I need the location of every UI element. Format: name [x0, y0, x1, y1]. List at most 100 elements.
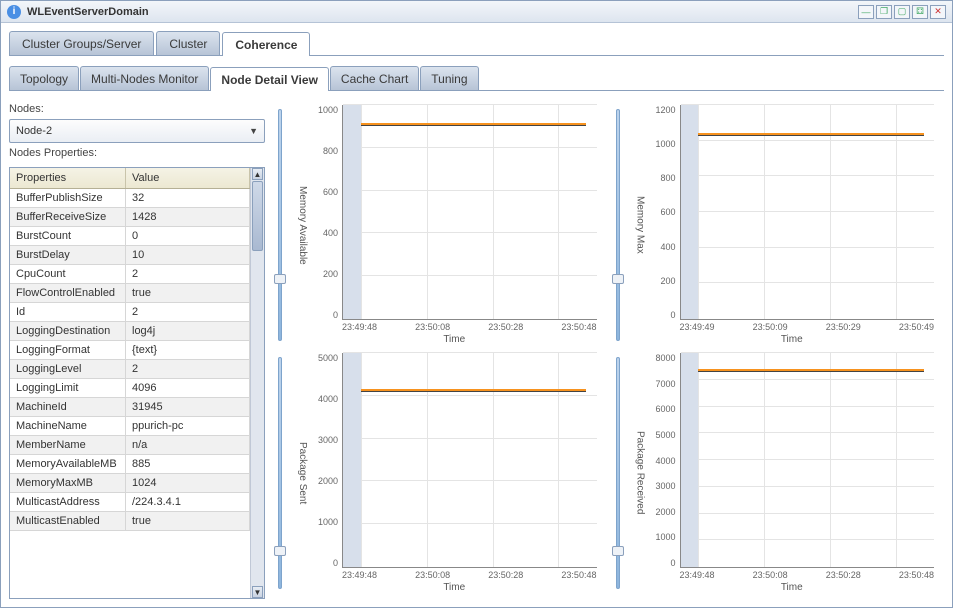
- range-slider[interactable]: [273, 351, 287, 595]
- chart-ylabel: Memory Max: [633, 103, 648, 347]
- titlebar: i WLEventServerDomain — ❐ ▢ ⚃ ✕: [1, 1, 952, 23]
- yaxis: 010002000300040005000: [312, 353, 342, 568]
- table-row[interactable]: LoggingLevel2: [10, 360, 250, 379]
- cell-prop: MemoryAvailableMB: [10, 455, 126, 473]
- window-maximize-button[interactable]: ▢: [894, 5, 910, 19]
- cell-val: 31945: [126, 398, 250, 416]
- cell-val: 2: [126, 265, 250, 283]
- cell-val: 4096: [126, 379, 250, 397]
- scroll-up-icon[interactable]: ▲: [252, 168, 263, 180]
- properties-table: Properties Value BufferPublishSize32Buff…: [9, 167, 265, 599]
- plot-area[interactable]: [342, 353, 597, 568]
- window-minimize-button[interactable]: —: [858, 5, 874, 19]
- inner-tab-2[interactable]: Node Detail View: [210, 67, 328, 91]
- table-row[interactable]: MachineId31945: [10, 398, 250, 417]
- cell-prop: BufferReceiveSize: [10, 208, 126, 226]
- plot-area[interactable]: [342, 105, 597, 320]
- window-title: WLEventServerDomain: [27, 6, 856, 18]
- plot-wrap: 01000200030004000500023:49:4823:50:0823:…: [310, 351, 603, 595]
- chart-pkg-recv: Package Received010002000300040005000600…: [633, 351, 941, 595]
- th-properties[interactable]: Properties: [10, 168, 126, 188]
- table-row[interactable]: BurstCount0: [10, 227, 250, 246]
- cell-prop: FlowControlEnabled: [10, 284, 126, 302]
- cell-prop: MachineName: [10, 417, 126, 435]
- scroll-thumb[interactable]: [252, 181, 263, 251]
- window-pop-button[interactable]: ⚃: [912, 5, 928, 19]
- inner-tabs: TopologyMulti-Nodes MonitorNode Detail V…: [9, 66, 944, 91]
- range-slider[interactable]: [611, 103, 625, 347]
- slider-handle[interactable]: [612, 546, 624, 556]
- table-row[interactable]: MemoryMaxMB1024: [10, 474, 250, 493]
- chart-xlabel: Time: [650, 582, 935, 593]
- table-row[interactable]: MemberNamen/a: [10, 436, 250, 455]
- chart-ylabel: Package Received: [633, 351, 648, 595]
- window-restore-button[interactable]: ❐: [876, 5, 892, 19]
- data-line: [361, 123, 587, 126]
- node-select[interactable]: Node-2 ▼: [9, 119, 265, 143]
- cell-val: 1024: [126, 474, 250, 492]
- table-row[interactable]: MemoryAvailableMB885: [10, 455, 250, 474]
- plot-area[interactable]: [680, 105, 935, 320]
- table-row[interactable]: LoggingDestinationlog4j: [10, 322, 250, 341]
- cell-val: 1428: [126, 208, 250, 226]
- table-row[interactable]: LoggingFormat{text}: [10, 341, 250, 360]
- yaxis: 020040060080010001200: [650, 105, 680, 320]
- cell-prop: LoggingLevel: [10, 360, 126, 378]
- table-row[interactable]: Id2: [10, 303, 250, 322]
- yaxis: 010002000300040005000600070008000: [650, 353, 680, 568]
- yaxis: 02004006008001000: [312, 105, 342, 320]
- inner-tab-0[interactable]: Topology: [9, 66, 79, 90]
- outer-tab-0[interactable]: Cluster Groups/Server: [9, 31, 154, 55]
- th-value[interactable]: Value: [126, 168, 250, 188]
- chart-mem-avail: Memory Available0200400600800100023:49:4…: [295, 103, 603, 347]
- cell-val: ppurich-pc: [126, 417, 250, 435]
- cell-val: true: [126, 512, 250, 530]
- cell-prop: MulticastEnabled: [10, 512, 126, 530]
- cell-prop: BufferPublishSize: [10, 189, 126, 207]
- slider-track: [278, 109, 282, 341]
- inner-tab-3[interactable]: Cache Chart: [330, 66, 419, 90]
- content: Cluster Groups/ServerClusterCoherence To…: [1, 23, 952, 607]
- cell-val: 32: [126, 189, 250, 207]
- inner-tab-1[interactable]: Multi-Nodes Monitor: [80, 66, 209, 90]
- table-row[interactable]: LoggingLimit4096: [10, 379, 250, 398]
- plot-area[interactable]: [680, 353, 935, 568]
- outer-tab-1[interactable]: Cluster: [156, 31, 220, 55]
- charts-pane: Memory Available0200400600800100023:49:4…: [273, 99, 944, 599]
- table-row[interactable]: CpuCount2: [10, 265, 250, 284]
- range-slider[interactable]: [273, 103, 287, 347]
- window-close-button[interactable]: ✕: [930, 5, 946, 19]
- cell-prop: CpuCount: [10, 265, 126, 283]
- table-row[interactable]: MulticastAddress/224.3.4.1: [10, 493, 250, 512]
- range-slider[interactable]: [611, 351, 625, 595]
- cell-prop: LoggingDestination: [10, 322, 126, 340]
- slider-handle[interactable]: [274, 274, 286, 284]
- table-row[interactable]: BufferReceiveSize1428: [10, 208, 250, 227]
- outer-tabs: Cluster Groups/ServerClusterCoherence: [9, 31, 944, 56]
- inner-tabs-wrap: TopologyMulti-Nodes MonitorNode Detail V…: [9, 56, 944, 91]
- cell-prop: MemberName: [10, 436, 126, 454]
- table-row[interactable]: MachineNameppurich-pc: [10, 417, 250, 436]
- cell-val: log4j: [126, 322, 250, 340]
- cell-val: 0: [126, 227, 250, 245]
- table-row[interactable]: MulticastEnabledtrue: [10, 512, 250, 531]
- props-label: Nodes Properties:: [9, 147, 265, 159]
- slider-handle[interactable]: [274, 546, 286, 556]
- xaxis: 23:49:4823:50:0823:50:2823:50:48: [650, 568, 935, 582]
- xaxis: 23:49:4923:50:0923:50:2923:50:49: [650, 320, 935, 334]
- scroll-down-icon[interactable]: ▼: [252, 586, 263, 598]
- cell-val: 2: [126, 303, 250, 321]
- cell-val: 2: [126, 360, 250, 378]
- table-row[interactable]: BurstDelay10: [10, 246, 250, 265]
- table-scrollbar[interactable]: ▲ ▼: [250, 168, 264, 598]
- table-row[interactable]: FlowControlEnabledtrue: [10, 284, 250, 303]
- chart-mem-max: Memory Max02004006008001000120023:49:492…: [633, 103, 941, 347]
- outer-tab-2[interactable]: Coherence: [222, 32, 310, 56]
- table-row[interactable]: BufferPublishSize32: [10, 189, 250, 208]
- xaxis: 23:49:4823:50:0823:50:2823:50:48: [312, 320, 597, 334]
- cell-prop: BurstCount: [10, 227, 126, 245]
- info-icon: i: [7, 5, 21, 19]
- nodes-label: Nodes:: [9, 103, 265, 115]
- slider-handle[interactable]: [612, 274, 624, 284]
- inner-tab-4[interactable]: Tuning: [420, 66, 478, 90]
